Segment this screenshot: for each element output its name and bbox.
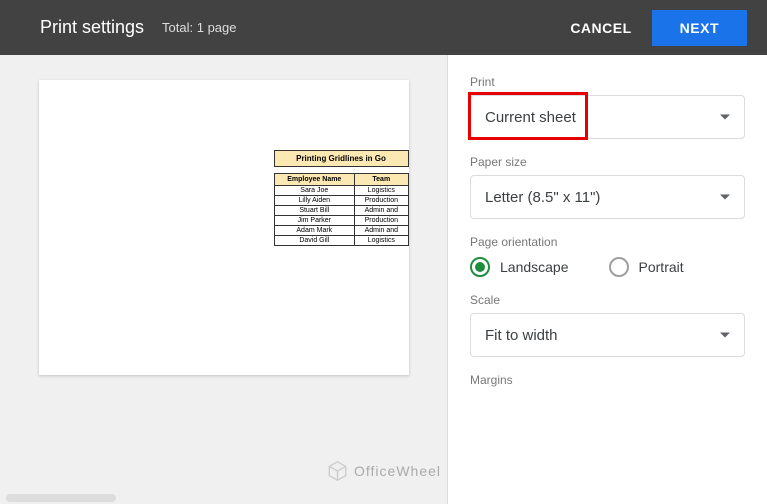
cell: Sara Joe [274,186,355,196]
cell: Adam Mark [274,226,355,236]
cell: Admin and [355,206,408,216]
print-label: Print [470,75,745,89]
radio-label: Portrait [639,259,684,275]
cell: Logistics [355,186,408,196]
header-bar: Print settings Total: 1 page CANCEL NEXT [0,0,767,55]
chevron-down-icon [720,333,730,338]
radio-unchecked-icon [609,257,629,277]
table-row: Stuart BillAdmin and [274,206,408,216]
table-row: Jim ParkerProduction [274,216,408,226]
chevron-down-icon [720,195,730,200]
chevron-down-icon [720,115,730,120]
settings-sidebar: Print Current sheet Paper size Letter (8… [447,55,767,504]
orientation-landscape-radio[interactable]: Landscape [470,257,569,277]
cell: Admin and [355,226,408,236]
cell: Logistics [355,236,408,246]
cell: Production [355,216,408,226]
print-range-dropdown[interactable]: Current sheet [470,95,745,139]
col-header: Team [355,174,408,186]
scale-label: Scale [470,293,745,307]
table-row: Adam MarkAdmin and [274,226,408,236]
orientation-label: Page orientation [470,235,745,249]
scale-dropdown[interactable]: Fit to width [470,313,745,357]
radio-label: Landscape [500,259,569,275]
table-row: Lilly AidenProduction [274,196,408,206]
paper-size-label: Paper size [470,155,745,169]
preview-page: Printing Gridlines in Go Employee Name T… [39,80,409,375]
preview-table: Employee Name Team Sara JoeLogistics Lil… [274,173,409,246]
orientation-portrait-radio[interactable]: Portrait [609,257,684,277]
horizontal-scrollbar[interactable] [6,494,116,502]
paper-size-dropdown[interactable]: Letter (8.5" x 11") [470,175,745,219]
cell: Lilly Aiden [274,196,355,206]
table-row: Sara JoeLogistics [274,186,408,196]
cell: Jim Parker [274,216,355,226]
col-header: Employee Name [274,174,355,186]
print-preview: Printing Gridlines in Go Employee Name T… [0,55,447,504]
table-row: David GillLogistics [274,236,408,246]
dropdown-value: Fit to width [485,327,558,344]
radio-checked-icon [470,257,490,277]
cell: Production [355,196,408,206]
dropdown-value: Letter (8.5" x 11") [485,189,600,206]
margins-label: Margins [470,373,745,387]
page-subtitle: Total: 1 page [162,20,236,35]
page-title: Print settings [40,17,144,38]
sheet-title: Printing Gridlines in Go [274,150,409,167]
cancel-button[interactable]: CANCEL [570,20,631,36]
cell: Stuart Bill [274,206,355,216]
dropdown-value: Current sheet [485,109,576,126]
next-button[interactable]: NEXT [652,10,747,46]
cell: David Gill [274,236,355,246]
